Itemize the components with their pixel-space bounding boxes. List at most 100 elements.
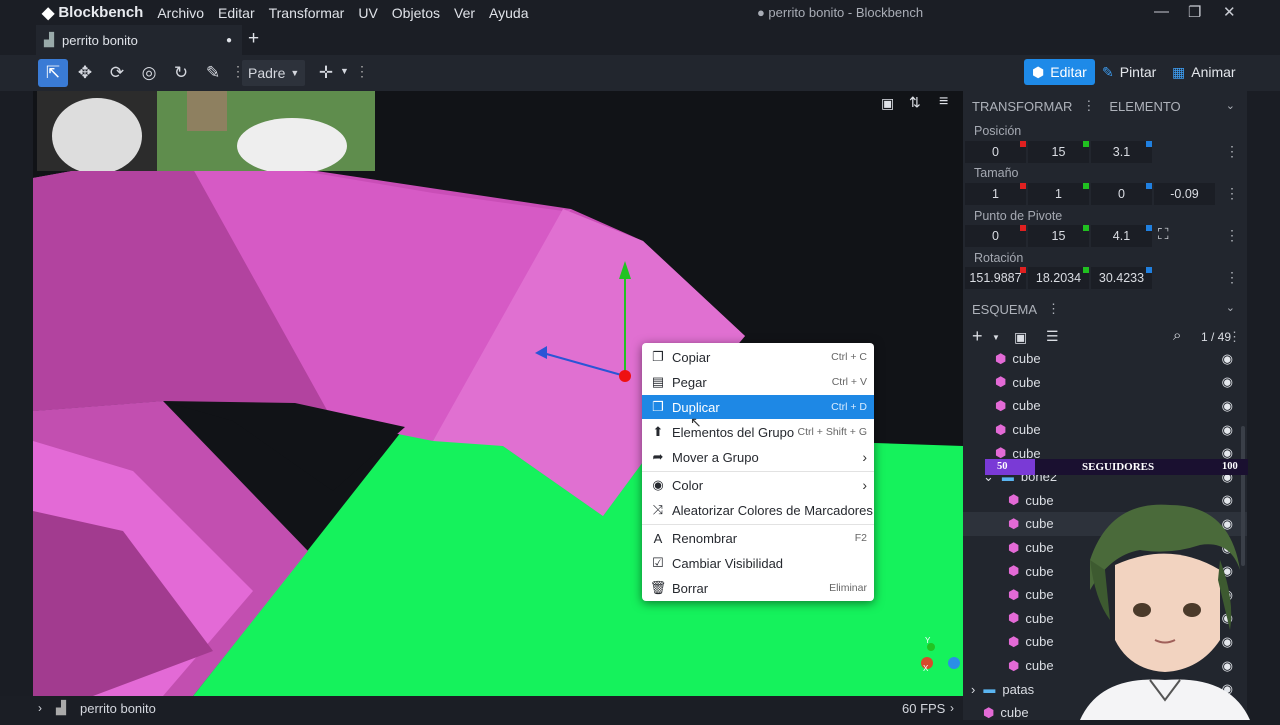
move-tool-icon[interactable]: ✥: [70, 59, 100, 87]
copy-icon: ❐: [652, 349, 664, 364]
position-y-input[interactable]: 15: [1028, 141, 1089, 163]
transform-space-dropdown[interactable]: Padre ▼: [242, 60, 306, 86]
position-more-icon[interactable]: ⋮: [1225, 143, 1239, 160]
folder-icon: ▬: [983, 682, 996, 697]
ctx-borrar[interactable]: 🗑 Borrar Eliminar: [642, 576, 874, 600]
pivot-tool-icon[interactable]: ◎: [134, 59, 164, 87]
inflate-input[interactable]: -0.09: [1154, 183, 1215, 205]
tab-elemento[interactable]: ELEMENTO: [1109, 99, 1180, 114]
tab-perrito-bonito[interactable]: ▟ perrito bonito ●: [36, 25, 242, 55]
rotation-y-input[interactable]: 18.2034: [1028, 267, 1089, 289]
axis-widget-x-label: X: [923, 664, 929, 673]
ctx-copiar[interactable]: ❐ Copiar Ctrl + C: [642, 345, 874, 369]
sort-icon[interactable]: ⇅: [909, 94, 921, 111]
outliner-more-icon-2[interactable]: ⋮: [1228, 329, 1241, 345]
chevron-down-icon[interactable]: ⌄: [1226, 301, 1235, 314]
x-marker: [1020, 267, 1026, 273]
size-more-icon[interactable]: ⋮: [1225, 185, 1239, 202]
toolbar-more-icon-2[interactable]: ⋮: [355, 63, 369, 80]
vertex-snap-tool-icon[interactable]: ⇱: [38, 59, 68, 87]
ctx-aleatorizar-colores[interactable]: ⤨ Aleatorizar Colores de Marcadores: [642, 498, 874, 522]
visibility-eye-icon[interactable]: ◉: [1222, 351, 1233, 367]
add-group-icon[interactable]: ▣: [1014, 329, 1027, 346]
trash-icon: 🗑: [649, 580, 667, 595]
size-x-input[interactable]: 1: [965, 183, 1026, 205]
expand-arrow-icon[interactable]: ›: [971, 682, 975, 697]
visibility-eye-icon[interactable]: ◉: [1222, 374, 1233, 390]
transform-tool-icon[interactable]: ↻: [166, 59, 196, 87]
ctx-label: Cambiar Visibilidad: [672, 555, 784, 571]
pivot-more-icon[interactable]: ⋮: [1225, 227, 1239, 244]
new-tab-plus-icon[interactable]: +: [248, 28, 259, 50]
chevron-down-icon[interactable]: ▼: [340, 66, 349, 76]
outliner-more-icon[interactable]: ⋮: [1047, 301, 1060, 317]
ctx-cambiar-visibilidad[interactable]: ☑ Cambiar Visibilidad: [642, 551, 874, 575]
outliner-title: ESQUEMA: [972, 301, 1038, 317]
image-icon[interactable]: ▣: [881, 95, 894, 112]
rotation-z-input[interactable]: 30.4233: [1091, 267, 1152, 289]
size-y-input[interactable]: 1: [1028, 183, 1089, 205]
chevron-right-icon[interactable]: ›: [950, 701, 954, 715]
ctx-renombrar[interactable]: A Renombrar F2: [642, 526, 874, 550]
value: 18.2034: [1035, 271, 1082, 285]
tab-transformar[interactable]: TRANSFORMAR: [972, 99, 1072, 114]
ctx-elementos-del-grupo[interactable]: ⬆ Elementos del Grupo Ctrl + Shift + G: [642, 420, 874, 444]
palette-icon: ◉: [652, 477, 664, 492]
center-pivot-icon[interactable]: ⛶: [1158, 226, 1169, 243]
status-project-name: perrito bonito: [80, 700, 156, 716]
outliner-cube-row[interactable]: ⬢ cube ◉: [963, 347, 1247, 371]
collapse-all-icon[interactable]: ☰: [1046, 328, 1059, 345]
outliner-row-label: cube: [1025, 540, 1054, 556]
paste-icon: ▤: [651, 374, 665, 389]
menu-icon[interactable]: ≡: [939, 93, 948, 111]
checkbox-icon: ☑: [652, 555, 664, 570]
mirror-modeling-icon[interactable]: ✛: [311, 59, 341, 87]
outliner-cube-row[interactable]: ⬢ cube ◉: [963, 394, 1247, 418]
toolbar: ⇱ ✥ ⟳ ◎ ↻ ✎ ⋮ Padre ▼ ✛ ▼ ⋮ ⬢ Editar ✎ P…: [0, 55, 1280, 91]
mode-editar-button[interactable]: ⬢ Editar: [1024, 59, 1095, 85]
value: 15: [1051, 145, 1066, 159]
draw-tool-icon[interactable]: ✎: [198, 59, 228, 87]
pivot-x-input[interactable]: 0: [965, 225, 1026, 247]
mode-animar-button[interactable]: ▦ Animar: [1164, 59, 1244, 85]
rotate-tool-icon[interactable]: ⟳: [102, 59, 132, 87]
streamer-avatar: [1080, 504, 1250, 720]
followers-max: 100: [1222, 461, 1238, 472]
ctx-pegar[interactable]: ▤ Pegar Ctrl + V: [642, 370, 874, 394]
maximize-icon[interactable]: ❐: [1188, 3, 1201, 21]
value: 15: [1051, 229, 1066, 243]
close-icon[interactable]: ✕: [1223, 3, 1236, 21]
unsaved-dot-icon[interactable]: ●: [226, 35, 232, 46]
search-icon[interactable]: ⌕: [1173, 327, 1181, 344]
position-label: Posición: [974, 124, 1022, 138]
model-tab-icon: ▟: [44, 32, 54, 47]
minimize-icon[interactable]: —: [1154, 3, 1169, 20]
chevron-right-icon[interactable]: ›: [38, 701, 42, 715]
outliner-cube-row[interactable]: ⬢ cube ◉: [963, 418, 1247, 442]
value: 1: [992, 187, 999, 201]
status-fps: 60 FPS: [902, 700, 946, 716]
ctx-color[interactable]: ◉ Color ›: [642, 473, 874, 497]
mode-pintar-button[interactable]: ✎ Pintar: [1094, 59, 1164, 85]
rotation-more-icon[interactable]: ⋮: [1225, 269, 1239, 286]
pivot-z-input[interactable]: 4.1: [1091, 225, 1152, 247]
chevron-down-icon[interactable]: ▼: [992, 333, 1000, 342]
add-cube-icon[interactable]: +: [972, 326, 983, 347]
position-z-input[interactable]: 3.1: [1091, 141, 1152, 163]
gizmo-origin: [619, 370, 631, 382]
tab-more-icon[interactable]: ⋮: [1082, 98, 1095, 114]
chevron-down-icon[interactable]: ⌄: [1226, 99, 1235, 112]
ctx-mover-a-grupo[interactable]: ➦ Mover a Grupo ›: [642, 445, 874, 469]
rotation-x-input[interactable]: 151.9887: [965, 267, 1026, 289]
position-x-input[interactable]: 0: [965, 141, 1026, 163]
outliner-cube-row[interactable]: ⬢ cube ◉: [963, 371, 1247, 395]
outliner-row-label: cube: [1025, 563, 1054, 579]
reference-image[interactable]: [37, 91, 375, 171]
cube-icon: ⬢: [1008, 586, 1020, 602]
ctx-duplicar[interactable]: ❐ Duplicar Ctrl + D: [642, 395, 874, 419]
pivot-y-input[interactable]: 15: [1028, 225, 1089, 247]
visibility-eye-icon[interactable]: ◉: [1222, 422, 1233, 438]
size-z-input[interactable]: 0: [1091, 183, 1152, 205]
visibility-eye-icon[interactable]: ◉: [1222, 398, 1233, 414]
cube-icon: ⬢: [995, 350, 1007, 366]
